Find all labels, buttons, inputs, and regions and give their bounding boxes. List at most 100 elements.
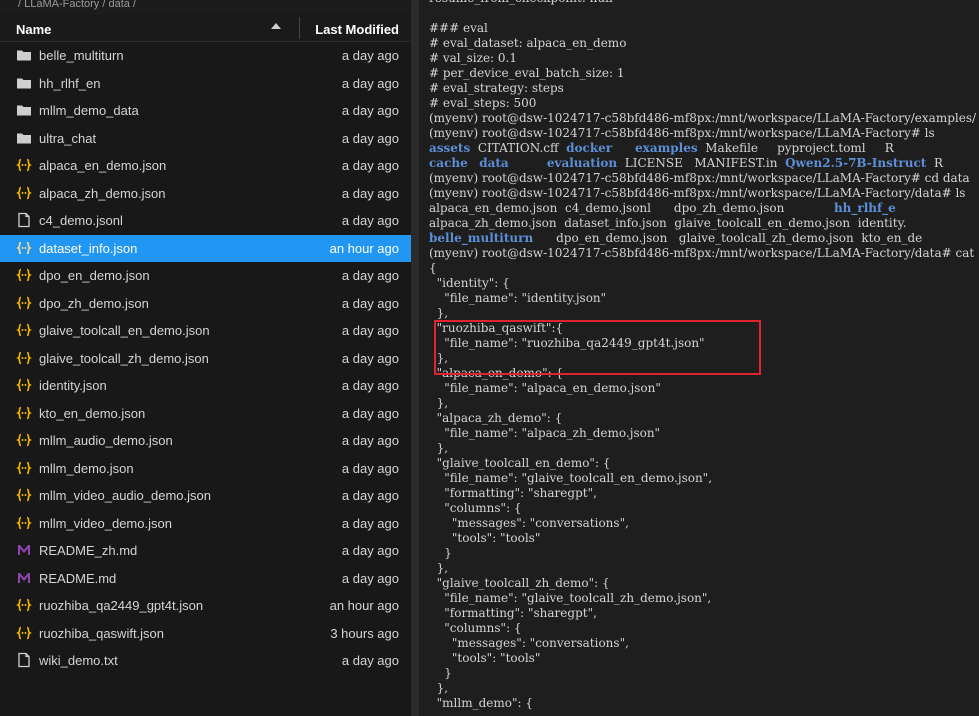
json-icon xyxy=(16,350,32,366)
terminal-text: "messages": "conversations", xyxy=(429,636,629,650)
file-modified: a day ago xyxy=(341,75,399,91)
terminal-text: (myenv) root@dsw-1024717-c58bfd486-mf8px… xyxy=(429,186,966,200)
file-row[interactable]: mllm_demo.json a day ago xyxy=(0,455,411,483)
file-row[interactable]: alpaca_zh_demo.json a day ago xyxy=(0,180,411,208)
file-modified: a day ago xyxy=(341,570,399,586)
json-icon xyxy=(16,515,32,531)
terminal-text: }, xyxy=(429,561,449,575)
terminal-line: }, xyxy=(429,441,976,456)
terminal-text: # per_device_eval_batch_size: 1 xyxy=(429,66,625,80)
terminal-line: alpaca_zh_demo.json dataset_info.json gl… xyxy=(429,216,976,231)
json-icon xyxy=(16,267,32,283)
directory-name: data xyxy=(479,156,509,170)
file-name: README_zh.md xyxy=(39,543,138,558)
terminal-line: (myenv) root@dsw-1024717-c58bfd486-mf8px… xyxy=(429,126,976,141)
file-modified: a day ago xyxy=(341,185,399,201)
file-row[interactable]: dpo_zh_demo.json a day ago xyxy=(0,290,411,318)
terminal-line: }, xyxy=(429,561,976,576)
file-row[interactable]: kto_en_demo.json a day ago xyxy=(0,400,411,428)
file-modified: 3 hours ago xyxy=(330,625,399,641)
terminal-line: # per_device_eval_batch_size: 1 xyxy=(429,66,976,81)
file-modified: a day ago xyxy=(341,48,399,63)
json-icon xyxy=(16,377,32,393)
file-row[interactable]: identity.json a day ago xyxy=(0,372,411,400)
terminal-line: "columns": { xyxy=(429,501,976,516)
file-modified: a day ago xyxy=(341,213,399,228)
file-row[interactable]: alpaca_en_demo.json a day ago xyxy=(0,152,411,180)
column-divider[interactable] xyxy=(299,17,300,39)
file-name: mllm_video_demo.json xyxy=(39,515,172,531)
folder-icon xyxy=(16,47,32,63)
file-row[interactable]: dataset_info.json an hour ago xyxy=(0,234,411,262)
terminal-text: # eval_strategy: steps xyxy=(429,81,564,95)
terminal-line: "glaive_toolcall_zh_demo": { xyxy=(429,576,976,591)
file-row[interactable]: c4_demo.jsonl a day ago xyxy=(0,207,411,235)
terminal-line: }, xyxy=(429,681,976,696)
panel-splitter[interactable] xyxy=(411,0,419,716)
terminal-text: alpaca_en_demo.json c4_demo.jsonl dpo_zh… xyxy=(429,201,834,215)
directory-name: hh_rlhf_e xyxy=(833,201,896,215)
terminal-text: "formatting": "sharegpt", xyxy=(429,606,597,620)
breadcrumb[interactable]: / LLaMA-Factory / data / xyxy=(0,0,411,14)
json-icon xyxy=(16,487,32,503)
file-name: ultra_chat xyxy=(39,130,97,146)
file-name: glaive_toolcall_zh_demo.json xyxy=(39,350,209,366)
file-modified: a day ago xyxy=(341,130,399,146)
terminal-line: "identity": { xyxy=(429,276,976,291)
terminal-line: { xyxy=(429,261,976,276)
terminal-line: # eval_dataset: alpaca_en_demo xyxy=(429,36,976,51)
terminal-text: LICENSE MANIFEST.in xyxy=(617,156,786,170)
file-modified: an hour ago xyxy=(329,598,399,613)
file-row[interactable]: mllm_video_audio_demo.json a day ago xyxy=(0,482,411,510)
terminal-line: belle_multiturn dpo_en_demo.json glaive_… xyxy=(429,231,976,246)
terminal-text: # eval_steps: 500 xyxy=(429,96,537,110)
file-row[interactable]: ruozhiba_qa2449_gpt4t.json an hour ago xyxy=(0,592,411,620)
json-icon xyxy=(16,597,32,613)
terminal-text: Makefile pyproject.toml R xyxy=(697,141,894,155)
terminal-text: resume_from_checkpoint: null xyxy=(429,0,613,5)
file-row[interactable]: README.md a day ago xyxy=(0,565,411,593)
terminal-text: (myenv) root@dsw-1024717-c58bfd486-mf8px… xyxy=(429,171,970,185)
file-name: ruozhiba_qaswift.json xyxy=(39,625,165,641)
file-row[interactable]: hh_rlhf_en a day ago xyxy=(0,70,411,98)
file-modified: an hour ago xyxy=(329,240,399,256)
terminal-text: }, xyxy=(429,351,449,365)
terminal-line: "alpaca_en_demo": { xyxy=(429,366,976,381)
file-row[interactable]: wiki_demo.txt a day ago xyxy=(0,647,411,675)
terminal-text: (myenv) root@dsw-1024717-c58bfd486-mf8px… xyxy=(429,111,977,125)
terminal-line: "file_name": "ruozhiba_qa2449_gpt4t.json… xyxy=(429,336,976,351)
json-icon xyxy=(16,432,32,448)
file-row[interactable]: ultra_chat a day ago xyxy=(0,125,411,153)
file-row[interactable]: belle_multiturn a day ago xyxy=(0,42,411,70)
file-row[interactable]: ruozhiba_qaswift.json 3 hours ago xyxy=(0,620,411,648)
file-name: alpaca_en_demo.json xyxy=(39,158,167,173)
file-row[interactable]: mllm_video_demo.json a day ago xyxy=(0,510,411,538)
terminal-text: alpaca_zh_demo.json dataset_info.json gl… xyxy=(429,216,907,230)
file-row[interactable]: glaive_toolcall_en_demo.json a day ago xyxy=(0,317,411,345)
json-icon xyxy=(16,625,32,641)
json-icon xyxy=(16,295,32,311)
file-row[interactable]: mllm_demo_data a day ago xyxy=(0,97,411,125)
file-row[interactable]: glaive_toolcall_zh_demo.json a day ago xyxy=(0,345,411,373)
file-row[interactable]: mllm_audio_demo.json a day ago xyxy=(0,427,411,455)
column-header-last-modified[interactable]: Last Modified xyxy=(315,22,399,37)
terminal-text: "mllm_demo": { xyxy=(429,696,533,710)
terminal-text: "alpaca_en_demo": { xyxy=(429,366,564,380)
terminal-text: "file_name": "glaive_toolcall_en_demo.js… xyxy=(429,471,713,485)
terminal-panel[interactable]: resume_from_checkpoint: null### eval# ev… xyxy=(419,0,979,716)
file-modified: a day ago xyxy=(341,158,399,173)
file-row[interactable]: dpo_en_demo.json a day ago xyxy=(0,262,411,290)
markdown-icon xyxy=(16,542,32,558)
sort-ascending-icon[interactable] xyxy=(271,23,281,29)
column-header-name[interactable]: Name xyxy=(16,22,51,37)
file-modified: a day ago xyxy=(341,350,399,366)
file-modified: a day ago xyxy=(341,433,399,448)
file-name: mllm_demo_data xyxy=(39,103,139,118)
terminal-line: "formatting": "sharegpt", xyxy=(429,486,976,501)
file-row[interactable]: README_zh.md a day ago xyxy=(0,537,411,565)
terminal-text: "file_name": "glaive_toolcall_zh_demo.js… xyxy=(429,591,712,605)
directory-name: Qwen2.5-7B-Instruct xyxy=(785,156,927,170)
terminal-text: # val_size: 0.1 xyxy=(429,51,518,65)
terminal-text: # eval_dataset: alpaca_en_demo xyxy=(429,36,627,50)
